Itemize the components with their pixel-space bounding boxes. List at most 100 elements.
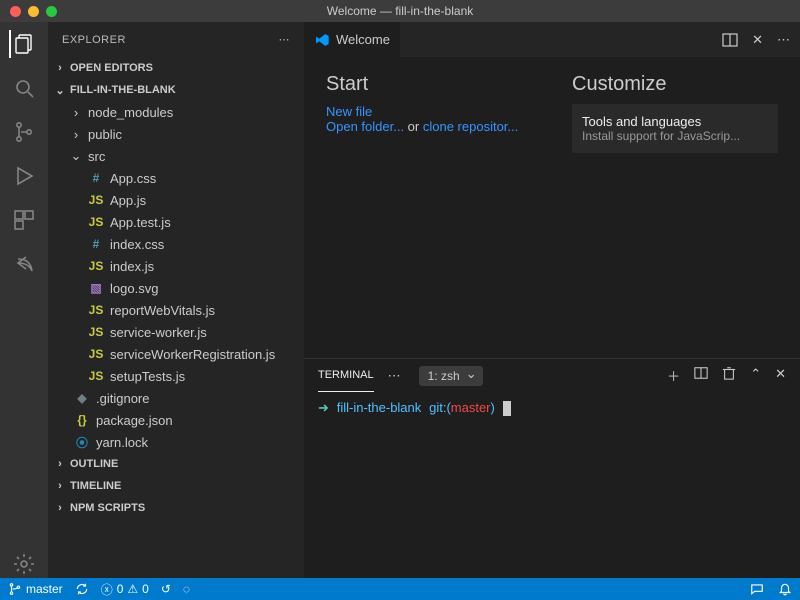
panel-more-icon[interactable]: ⋯	[388, 368, 401, 384]
source-control-icon[interactable]	[10, 118, 38, 146]
new-terminal-icon[interactable]: ＋	[667, 366, 680, 385]
chevron-right-icon: ›	[54, 62, 66, 74]
prompt-dir: fill-in-the-blank	[337, 400, 422, 415]
bottom-panel: TERMINAL ⋯ 1: zsh ＋ ⌃ ✕ ➜ fill-in-the-bl…	[304, 358, 800, 578]
panel-tabbar: TERMINAL ⋯ 1: zsh ＋ ⌃ ✕	[304, 359, 800, 392]
share-icon[interactable]	[10, 250, 38, 278]
settings-gear-icon[interactable]	[10, 550, 38, 578]
chevron-right-icon: ›	[54, 458, 66, 470]
terminal-cursor	[503, 401, 511, 416]
status-broadcast-icon[interactable]: ◌	[183, 582, 190, 596]
card-subtitle: Install support for JavaScrip...	[582, 129, 768, 143]
status-problems[interactable]: ⓧ0 ⚠0	[101, 581, 149, 598]
customize-heading: Customize	[572, 73, 778, 96]
file-report-web-vitals[interactable]: JSreportWebVitals.js	[48, 299, 304, 321]
or-text: or	[404, 119, 423, 134]
more-icon[interactable]: ⋯	[279, 33, 291, 46]
prompt-arrow: ➜	[318, 400, 329, 415]
clone-repo-link[interactable]: clone repositor...	[423, 119, 518, 134]
chevron-right-icon: ›	[70, 105, 82, 120]
status-branch[interactable]: master	[8, 582, 63, 596]
file-service-worker-reg[interactable]: JSserviceWorkerRegistration.js	[48, 343, 304, 365]
status-bell-icon[interactable]	[778, 582, 792, 596]
file-gitignore[interactable]: ◆.gitignore	[48, 387, 304, 409]
yarn-file-icon: ⦿	[74, 434, 90, 451]
file-index-css[interactable]: #index.css	[48, 233, 304, 255]
section-project[interactable]: ⌄FILL-IN-THE-BLANK	[48, 79, 304, 101]
maximize-window-icon[interactable]	[46, 6, 57, 17]
file-service-worker[interactable]: JSservice-worker.js	[48, 321, 304, 343]
json-file-icon: {}	[74, 413, 90, 427]
file-setup-tests[interactable]: JSsetupTests.js	[48, 365, 304, 387]
js-file-icon: JS	[88, 303, 104, 317]
terminal-tab[interactable]: TERMINAL	[318, 359, 374, 392]
warning-icon: ⚠	[127, 582, 138, 596]
vscode-icon	[314, 32, 330, 48]
explorer-sidebar: EXPLORER ⋯ ›OPEN EDITORS ⌄FILL-IN-THE-BL…	[48, 22, 304, 578]
tab-welcome[interactable]: Welcome	[304, 22, 401, 57]
chevron-right-icon: ›	[70, 127, 82, 142]
run-debug-icon[interactable]	[10, 162, 38, 190]
folder-src[interactable]: ⌄src	[48, 145, 304, 167]
svg-file-icon: ▧	[88, 281, 104, 295]
terminal-selector[interactable]: 1: zsh	[419, 366, 483, 386]
file-logo-svg[interactable]: ▧logo.svg	[48, 277, 304, 299]
open-folder-link[interactable]: Open folder...	[326, 119, 404, 134]
editor-area: Welcome ✕ ⋯ Start New file Open folder..…	[304, 22, 800, 578]
sync-icon	[75, 582, 89, 596]
split-editor-icon[interactable]	[722, 32, 738, 48]
close-window-icon[interactable]	[10, 6, 21, 17]
js-file-icon: JS	[88, 193, 104, 207]
new-file-link[interactable]: New file	[326, 104, 372, 119]
folder-public[interactable]: ›public	[48, 123, 304, 145]
section-open-editors[interactable]: ›OPEN EDITORS	[48, 57, 304, 79]
status-feedback-icon[interactable]	[750, 582, 764, 596]
status-history-icon[interactable]: ↺	[161, 582, 171, 596]
css-file-icon: #	[88, 237, 104, 251]
status-sync[interactable]	[75, 582, 89, 596]
prompt-git-label: git:(	[429, 400, 451, 415]
prompt-git-close: )	[491, 400, 495, 415]
status-bar: master ⓧ0 ⚠0 ↺ ◌	[0, 578, 800, 600]
chevron-right-icon: ›	[54, 480, 66, 492]
minimize-window-icon[interactable]	[28, 6, 39, 17]
git-file-icon: ◆	[74, 391, 90, 405]
welcome-page: Start New file Open folder... or clone r…	[304, 57, 800, 358]
chevron-right-icon: ›	[54, 502, 66, 514]
section-outline[interactable]: ›OUTLINE	[48, 453, 304, 475]
customize-card[interactable]: Tools and languages Install support for …	[572, 104, 778, 153]
tab-label: Welcome	[336, 32, 390, 47]
file-package-json[interactable]: {}package.json	[48, 409, 304, 431]
maximize-panel-icon[interactable]: ⌃	[750, 366, 761, 385]
kill-terminal-icon[interactable]	[722, 366, 736, 385]
js-file-icon: JS	[88, 325, 104, 339]
sidebar-title: EXPLORER	[62, 34, 126, 46]
file-app-js[interactable]: JSApp.js	[48, 189, 304, 211]
sidebar-header: EXPLORER ⋯	[48, 22, 304, 57]
chevron-down-icon: ⌄	[54, 84, 66, 97]
css-file-icon: #	[88, 171, 104, 185]
section-npm-scripts[interactable]: ›NPM SCRIPTS	[48, 497, 304, 519]
window-controls	[0, 6, 57, 17]
section-timeline[interactable]: ›TIMELINE	[48, 475, 304, 497]
split-terminal-icon[interactable]	[694, 366, 708, 385]
titlebar: Welcome — fill-in-the-blank	[0, 0, 800, 22]
search-icon[interactable]	[10, 74, 38, 102]
js-file-icon: JS	[88, 215, 104, 229]
file-index-js[interactable]: JSindex.js	[48, 255, 304, 277]
file-app-test[interactable]: JSApp.test.js	[48, 211, 304, 233]
close-panel-icon[interactable]: ✕	[775, 366, 786, 385]
more-actions-icon[interactable]: ⋯	[777, 32, 790, 48]
js-file-icon: JS	[88, 347, 104, 361]
explorer-icon[interactable]	[9, 30, 37, 58]
terminal-body[interactable]: ➜ fill-in-the-blank git:(master)	[304, 392, 800, 578]
file-yarn-lock[interactable]: ⦿yarn.lock	[48, 431, 304, 453]
extensions-icon[interactable]	[10, 206, 38, 234]
branch-icon	[8, 582, 22, 596]
editor-tabbar: Welcome ✕ ⋯	[304, 22, 800, 57]
close-tab-icon[interactable]: ✕	[752, 32, 763, 48]
file-app-css[interactable]: #App.css	[48, 167, 304, 189]
window-title: Welcome — fill-in-the-blank	[327, 4, 474, 18]
js-file-icon: JS	[88, 369, 104, 383]
folder-node-modules[interactable]: ›node_modules	[48, 101, 304, 123]
